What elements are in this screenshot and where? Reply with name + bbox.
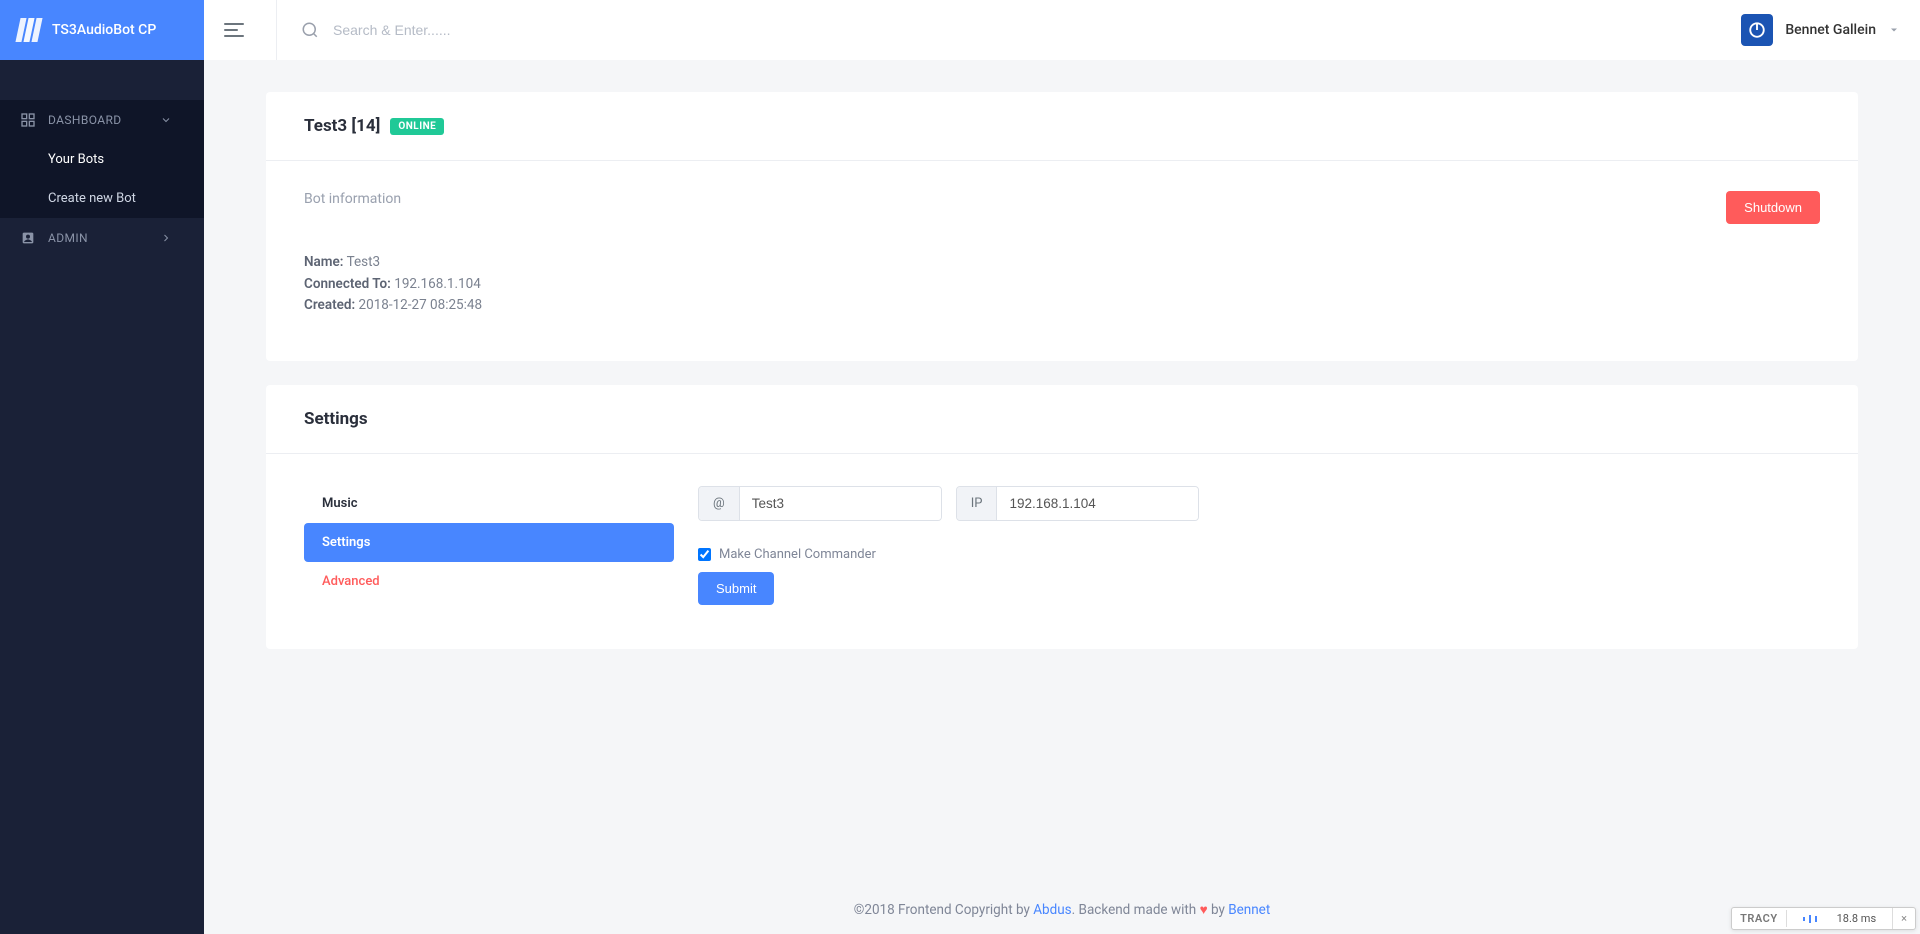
nav-section-admin[interactable]: ADMIN (0, 218, 204, 258)
brand-logo-icon (18, 18, 40, 42)
user-menu[interactable]: Bennet Gallein (1741, 14, 1900, 46)
settings-form: @ IP Make Channel Commander (698, 484, 1820, 605)
nav-section-label: DASHBOARD (48, 113, 122, 127)
settings-header: Settings (266, 385, 1858, 454)
content: Test3 [14] ONLINE Bot information Shutdo… (204, 60, 1920, 886)
footer-text-2: . Backend made with (1072, 902, 1200, 918)
bot-connected-label: Connected To: (304, 276, 391, 292)
tracy-bars-icon (1795, 914, 1825, 924)
admin-icon (20, 230, 36, 246)
tracy-close-button[interactable]: × (1893, 910, 1915, 927)
footer-link-bennet[interactable]: Bennet (1228, 902, 1270, 918)
settings-title: Settings (304, 409, 368, 429)
bot-name-label: Name: (304, 254, 343, 270)
ip-input[interactable] (997, 487, 1198, 520)
tracy-label: TRACY (1732, 910, 1786, 927)
sidebar-item-your-bots[interactable]: Your Bots (0, 140, 204, 179)
tab-advanced[interactable]: Advanced (304, 562, 674, 601)
status-badge: ONLINE (390, 118, 444, 135)
tracy-time-value: 18.8 ms (1829, 910, 1885, 927)
settings-card: Settings Music Settings Advanced @ (266, 385, 1858, 649)
user-avatar-icon (1741, 14, 1773, 46)
settings-tabs: Music Settings Advanced (304, 484, 674, 601)
ip-input-group: IP (956, 486, 1200, 521)
brand[interactable]: TS3AudioBot CP (0, 0, 204, 60)
submit-button[interactable]: Submit (698, 572, 774, 605)
channel-commander-row[interactable]: Make Channel Commander (698, 547, 1820, 562)
nav-section-label: ADMIN (48, 231, 88, 245)
bot-created-label: Created: (304, 297, 355, 313)
search-input[interactable] (333, 22, 1741, 38)
divider (276, 0, 277, 60)
dashboard-icon (20, 112, 36, 128)
user-name: Bennet Gallein (1785, 22, 1876, 38)
sidebar-item-create-bot[interactable]: Create new Bot (0, 179, 204, 218)
name-prefix: @ (699, 487, 740, 520)
name-input[interactable] (740, 487, 941, 520)
tab-music[interactable]: Music (304, 484, 674, 523)
nav-sub-dashboard: Your Bots Create new Bot (0, 140, 204, 218)
nav-section-dashboard[interactable]: DASHBOARD (0, 100, 204, 140)
chevron-down-icon (160, 114, 172, 126)
brand-title: TS3AudioBot CP (52, 22, 156, 38)
shutdown-button[interactable]: Shutdown (1726, 191, 1820, 224)
tracy-time[interactable]: 18.8 ms (1787, 908, 1894, 929)
chevron-right-icon (160, 232, 172, 244)
sidebar: TS3AudioBot CP DASHBOARD Your Bots Creat… (0, 0, 204, 934)
bot-connected-value: 192.168.1.104 (394, 276, 481, 292)
footer: ©2018 Frontend Copyright by Abdus. Backe… (204, 886, 1920, 934)
footer-link-abdus[interactable]: Abdus (1033, 902, 1071, 918)
bot-created-value: 2018-12-27 08:25:48 (359, 297, 483, 313)
main: Bennet Gallein Test3 [14] ONLINE Bot inf… (204, 0, 1920, 934)
footer-text-1: ©2018 Frontend Copyright by (854, 902, 1033, 918)
bot-card-body: Bot information Shutdown Name: Test3 Con… (266, 161, 1858, 361)
settings-body: Music Settings Advanced @ IP (266, 454, 1858, 649)
tab-settings[interactable]: Settings (304, 523, 674, 562)
chevron-down-icon (1888, 24, 1900, 36)
topbar: Bennet Gallein (204, 0, 1920, 60)
bot-info-list: Name: Test3 Connected To: 192.168.1.104 … (304, 252, 1820, 317)
footer-text-3: by (1208, 902, 1229, 918)
bot-name-value: Test3 (347, 254, 381, 270)
channel-commander-label: Make Channel Commander (719, 547, 876, 562)
sidebar-nav: DASHBOARD Your Bots Create new Bot ADMIN (0, 60, 204, 258)
bot-card-header: Test3 [14] ONLINE (266, 92, 1858, 161)
heart-icon: ♥ (1200, 902, 1208, 918)
menu-toggle-button[interactable] (224, 16, 252, 44)
search (301, 21, 1741, 39)
bot-heading: Test3 [14] (304, 116, 380, 136)
search-icon (301, 21, 319, 39)
bot-info-title: Bot information (304, 191, 401, 207)
ip-prefix: IP (957, 487, 998, 520)
name-input-group: @ (698, 486, 942, 521)
tracy-debug-bar[interactable]: TRACY 18.8 ms × (1731, 907, 1916, 930)
bot-card: Test3 [14] ONLINE Bot information Shutdo… (266, 92, 1858, 361)
channel-commander-checkbox[interactable] (698, 548, 711, 561)
